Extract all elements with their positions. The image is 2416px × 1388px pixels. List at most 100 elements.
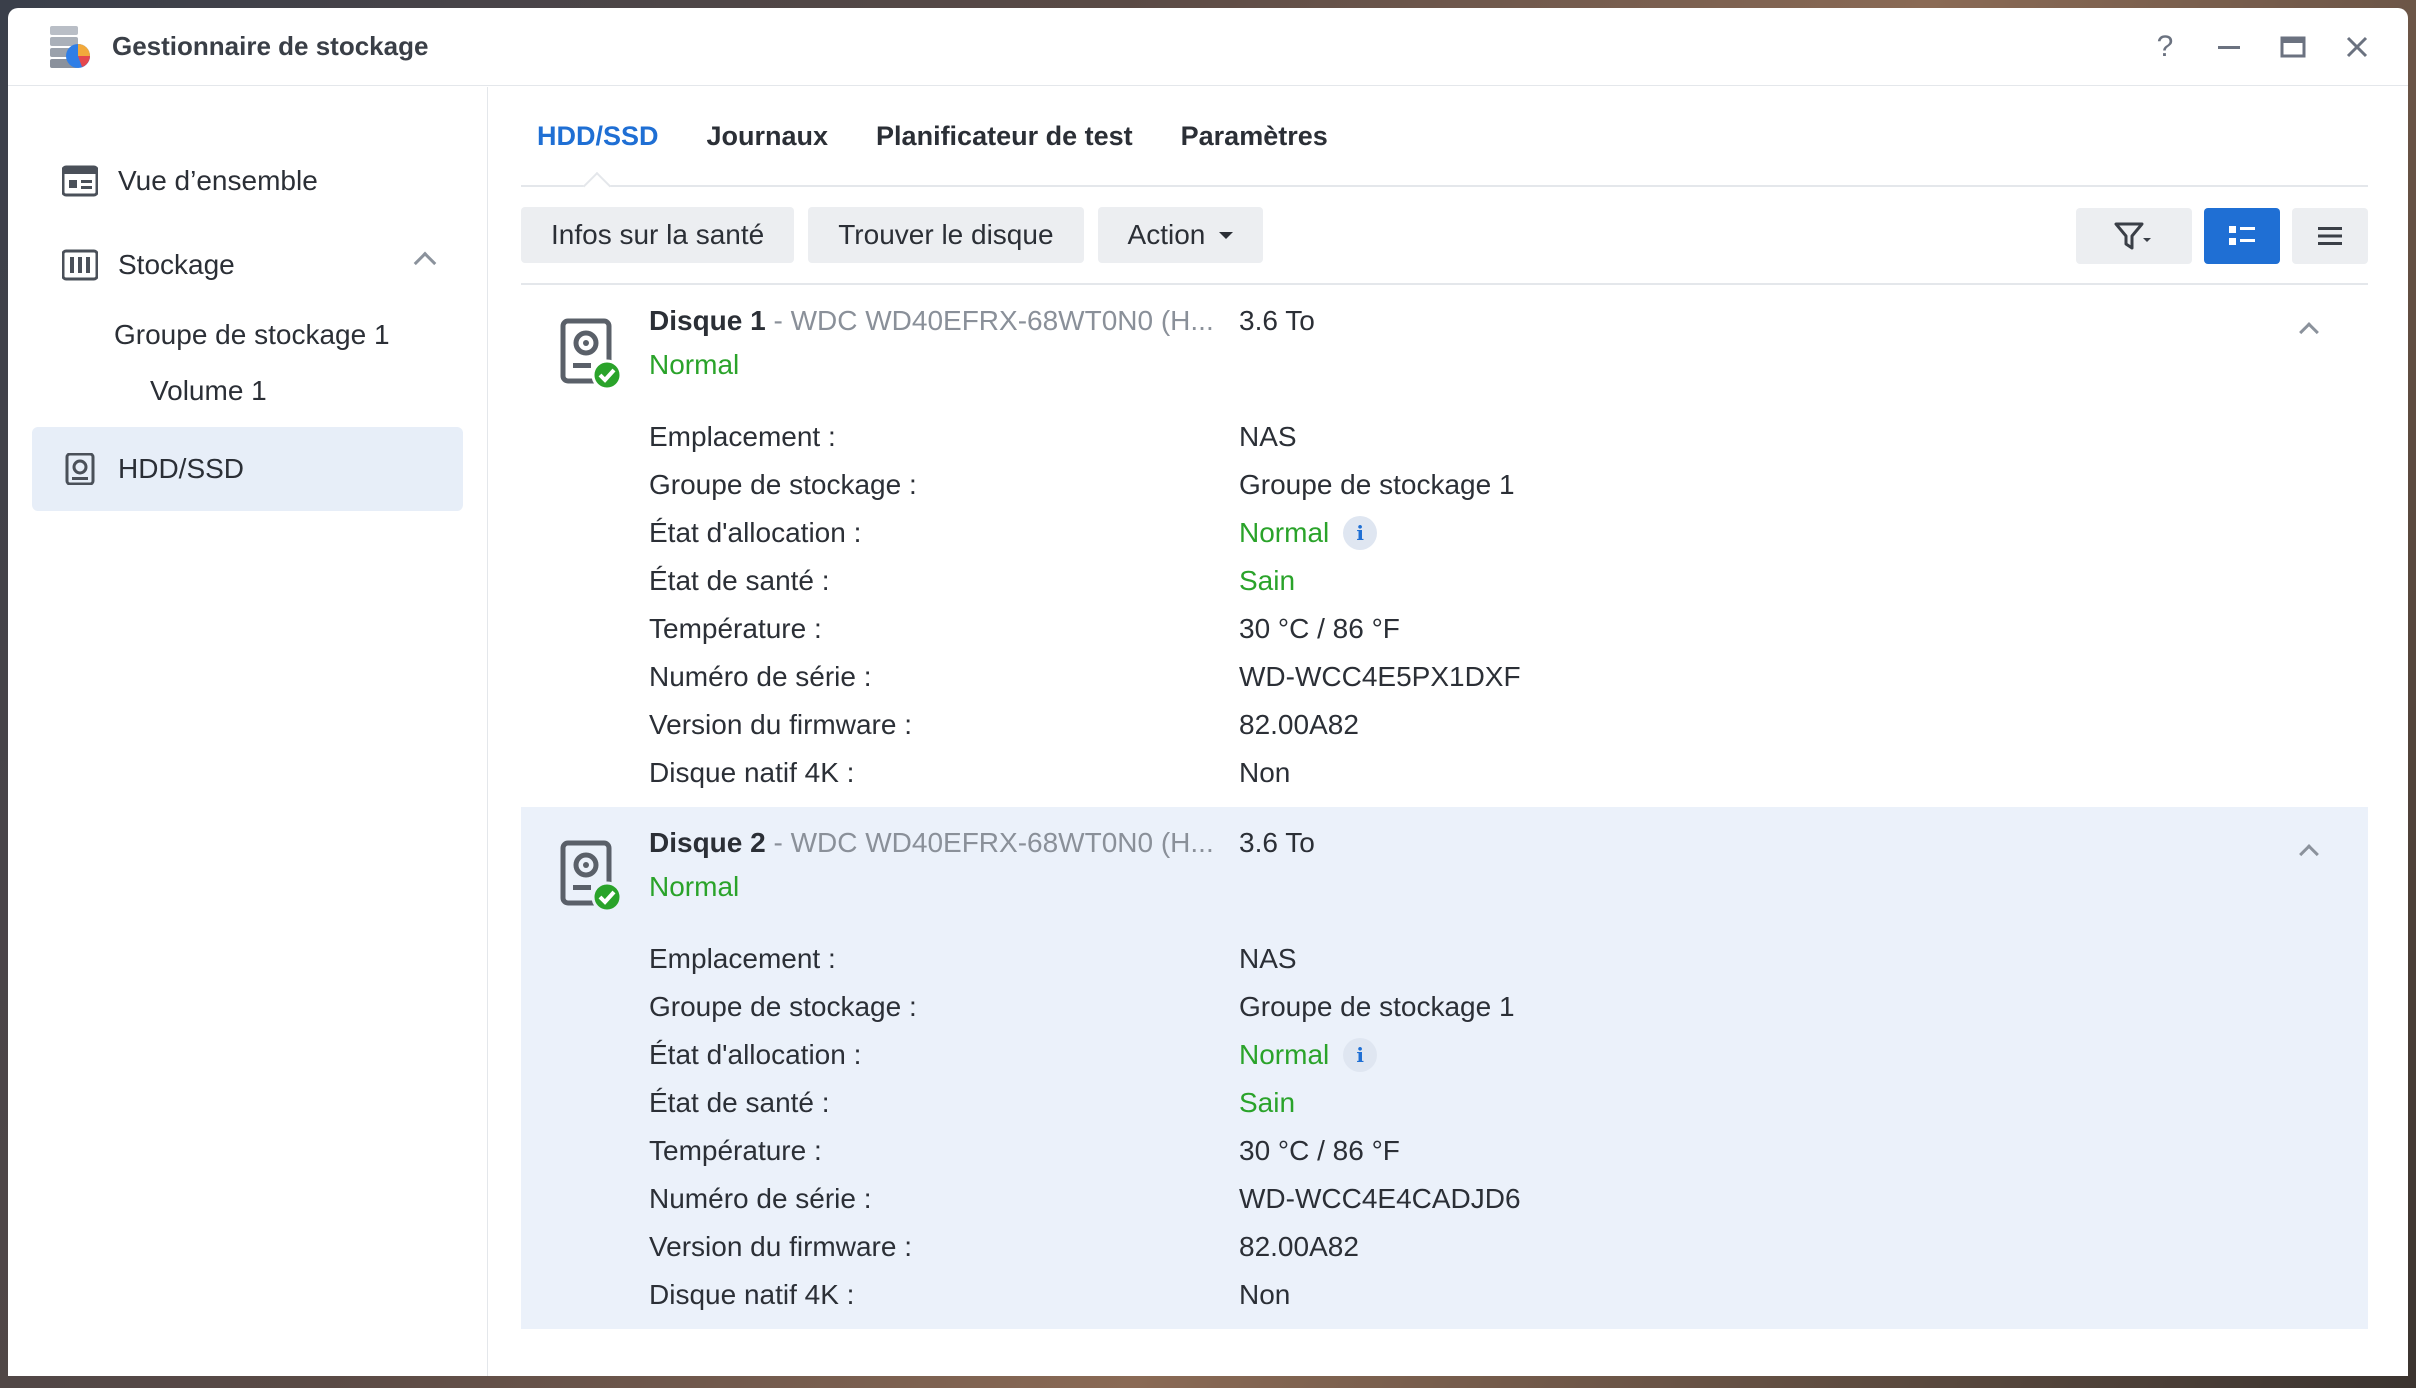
disk-size: 3.6 To xyxy=(1239,827,1315,858)
detail-row-allocation: État d'allocation : Normal i xyxy=(649,509,2368,557)
detail-key: Version du firmware : xyxy=(649,709,912,740)
detail-row-native-4k: Disque natif 4K : Non xyxy=(649,749,2368,797)
detail-row-temperature: Température : 30 °C / 86 °F xyxy=(649,1127,2368,1175)
toolbar: Infos sur la santé Trouver le disque Act… xyxy=(521,187,2368,285)
detail-key: État de santé : xyxy=(649,1087,830,1118)
disk-card[interactable]: Disque 2 - WDC WD40EFRX-68WT0N0 (H... 3.… xyxy=(521,807,2368,1329)
window-title: Gestionnaire de stockage xyxy=(112,31,429,61)
sidebar-item-hdd-ssd[interactable]: HDD/SSD xyxy=(32,427,463,511)
detail-key: Numéro de série : xyxy=(649,661,872,692)
detail-row-location: Emplacement : NAS xyxy=(649,935,2368,983)
tab-settings[interactable]: Paramètres xyxy=(1181,86,1328,186)
allocation-value: Normal xyxy=(1239,1039,1330,1070)
detail-key: Version du firmware : xyxy=(649,1231,912,1262)
detail-value: Sain xyxy=(1239,565,1296,596)
detail-key: Emplacement : xyxy=(649,943,836,974)
disk-model: - WDC WD40EFRX-68WT0N0 (H... xyxy=(765,305,1214,336)
maximize-icon[interactable] xyxy=(2278,32,2308,62)
list-icon xyxy=(2318,227,2342,245)
tab-logs[interactable]: Journaux xyxy=(707,86,829,186)
locate-disk-label: Trouver le disque xyxy=(838,219,1054,250)
detail-value: Groupe de stockage 1 xyxy=(1239,991,1515,1022)
disk-name: Disque 2 xyxy=(649,827,766,858)
help-icon[interactable]: ? xyxy=(2150,30,2180,63)
detail-row-health: État de santé : Sain xyxy=(649,557,2368,605)
detail-value: WD-WCC4E4CADJD6 xyxy=(1239,1183,1521,1214)
sidebar-item-storage-pool-1[interactable]: Groupe de stockage 1 xyxy=(8,307,487,363)
detail-value: Normal i xyxy=(1239,516,1378,550)
filter-button[interactable] xyxy=(2076,208,2192,264)
help-glyph: ? xyxy=(2156,30,2174,63)
detail-value: NAS xyxy=(1239,943,1297,974)
sidebar-item-label: Volume 1 xyxy=(150,375,267,406)
detail-list-icon xyxy=(2229,226,2255,245)
detail-value: Groupe de stockage 1 xyxy=(1239,469,1515,500)
detail-key: Température : xyxy=(649,613,822,644)
detail-row-firmware: Version du firmware : 82.00A82 xyxy=(649,1223,2368,1271)
sidebar-item-storage[interactable]: Stockage xyxy=(32,223,463,307)
detail-key: État de santé : xyxy=(649,565,830,596)
disk-name: Disque 1 xyxy=(649,305,766,336)
detail-row-allocation: État d'allocation : Normal i xyxy=(649,1031,2368,1079)
close-icon[interactable] xyxy=(2342,32,2372,62)
detail-row-serial: Numéro de série : WD-WCC4E4CADJD6 xyxy=(649,1175,2368,1223)
detail-value: 82.00A82 xyxy=(1239,1231,1359,1262)
disk-size: 3.6 To xyxy=(1239,305,1315,336)
detail-key: Numéro de série : xyxy=(649,1183,872,1214)
allocation-value: Normal xyxy=(1239,517,1330,548)
detail-value: WD-WCC4E5PX1DXF xyxy=(1239,661,1521,692)
detail-key: État d'allocation : xyxy=(649,517,862,548)
sidebar-item-volume-1[interactable]: Volume 1 xyxy=(8,363,487,419)
info-icon[interactable]: i xyxy=(1343,516,1378,550)
disk-header: Disque 1 - WDC WD40EFRX-68WT0N0 (H... xyxy=(649,305,1214,337)
detail-value: Sain xyxy=(1239,1087,1296,1118)
storage-icon xyxy=(62,249,98,281)
main-panel: HDD/SSD Journaux Planificateur de test P… xyxy=(489,87,2408,1376)
detail-row-native-4k: Disque natif 4K : Non xyxy=(649,1271,2368,1319)
list-view-button[interactable] xyxy=(2292,208,2368,264)
sidebar: Vue d’ensemble Stockage Groupe de stocka… xyxy=(8,87,488,1376)
detail-key: État d'allocation : xyxy=(649,1039,862,1070)
detail-row-location: Emplacement : NAS xyxy=(649,413,2368,461)
detail-view-button[interactable] xyxy=(2204,208,2280,264)
chevron-up-icon[interactable] xyxy=(2299,844,2319,864)
detail-key: Température : xyxy=(649,1135,822,1166)
detail-row-temperature: Température : 30 °C / 86 °F xyxy=(649,605,2368,653)
disk-model: - WDC WD40EFRX-68WT0N0 (H... xyxy=(765,827,1214,858)
sidebar-item-label: Groupe de stockage 1 xyxy=(114,319,390,350)
disk-card[interactable]: Disque 1 - WDC WD40EFRX-68WT0N0 (H... 3.… xyxy=(521,285,2368,807)
action-label: Action xyxy=(1127,219,1206,250)
info-icon[interactable]: i xyxy=(1343,1038,1378,1072)
disk-status: Normal xyxy=(649,871,740,902)
detail-value: 30 °C / 86 °F xyxy=(1239,613,1400,644)
locate-disk-button[interactable]: Trouver le disque xyxy=(808,207,1084,263)
chevron-up-icon[interactable] xyxy=(2299,322,2319,342)
hdd-icon xyxy=(65,453,95,485)
action-dropdown-button[interactable]: Action xyxy=(1097,207,1264,263)
sidebar-item-label: Stockage xyxy=(118,249,235,280)
sidebar-item-label: HDD/SSD xyxy=(118,453,245,484)
detail-row-firmware: Version du firmware : 82.00A82 xyxy=(649,701,2368,749)
storage-manager-window: Gestionnaire de stockage ? Vue d’ensembl… xyxy=(8,8,2408,1376)
sidebar-item-label: Vue d’ensemble xyxy=(118,165,318,196)
chevron-up-icon[interactable] xyxy=(413,251,437,275)
detail-row-serial: Numéro de série : WD-WCC4E5PX1DXF xyxy=(649,653,2368,701)
detail-key: Disque natif 4K : xyxy=(649,757,855,788)
health-info-label: Infos sur la santé xyxy=(551,219,765,250)
detail-key: Emplacement : xyxy=(649,421,836,452)
detail-key: Groupe de stockage : xyxy=(649,991,917,1022)
tab-hdd-ssd[interactable]: HDD/SSD xyxy=(537,86,659,186)
health-info-button[interactable]: Infos sur la santé xyxy=(521,207,795,263)
disk-header: Disque 2 - WDC WD40EFRX-68WT0N0 (H... xyxy=(649,827,1214,859)
minimize-icon[interactable] xyxy=(2214,32,2244,62)
tab-test-scheduler[interactable]: Planificateur de test xyxy=(876,86,1133,186)
disk-details: Emplacement : NAS Groupe de stockage : Gro… xyxy=(649,935,2368,1319)
disk-status: Normal xyxy=(649,349,740,380)
view-controls xyxy=(2076,208,2368,264)
detail-key: Groupe de stockage : xyxy=(649,469,917,500)
caret-down-icon xyxy=(1219,231,1234,239)
detail-value: 30 °C / 86 °F xyxy=(1239,1135,1400,1166)
sidebar-item-overview[interactable]: Vue d’ensemble xyxy=(32,139,463,223)
detail-value: 82.00A82 xyxy=(1239,709,1359,740)
detail-value: NAS xyxy=(1239,421,1297,452)
